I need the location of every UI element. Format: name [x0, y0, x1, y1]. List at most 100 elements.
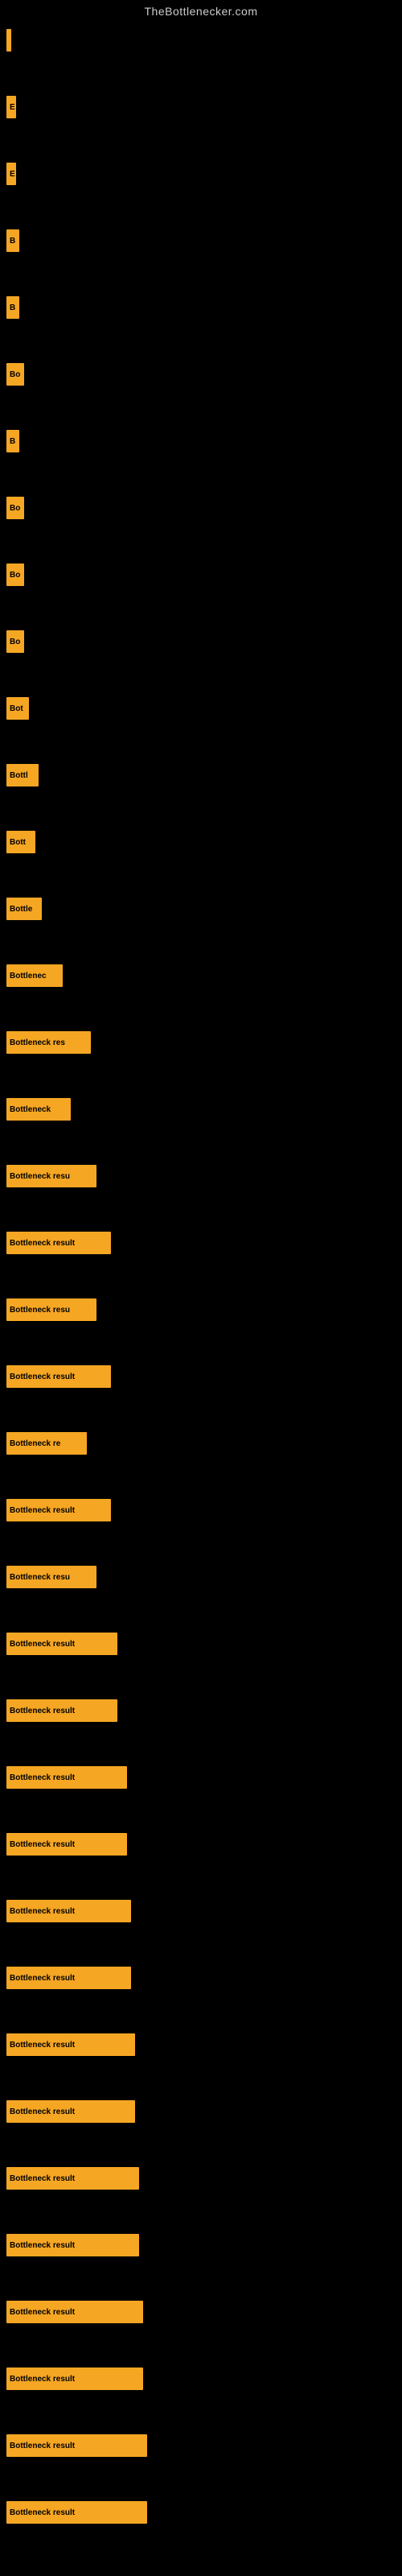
- bar-item-17: Bottleneck: [6, 1098, 402, 1121]
- bar-22: Bottleneck re: [6, 1432, 87, 1455]
- bar-2: E: [6, 96, 16, 118]
- bar-item-3: E: [6, 163, 402, 185]
- bar-34: Bottleneck result: [6, 2234, 139, 2256]
- bar-label-12: Bottl: [10, 771, 28, 780]
- bar-32: Bottleneck result: [6, 2100, 135, 2123]
- bars-container: E E B B Bo B Bo Bo Bo Bot Bottl Bott Bottle Bottlenec…: [0, 21, 402, 2556]
- bar-label-3: E: [10, 170, 15, 179]
- bar-item-9: Bo: [6, 564, 402, 586]
- bar-16: Bottleneck res: [6, 1031, 91, 1054]
- bar-19: Bottleneck result: [6, 1232, 111, 1254]
- bar-6: Bo: [6, 363, 24, 386]
- bar-label-28: Bottleneck result: [10, 1840, 75, 1849]
- bar-4: B: [6, 229, 19, 252]
- bar-17: Bottleneck: [6, 1098, 71, 1121]
- bar-label-9: Bo: [10, 571, 20, 580]
- bar-item-33: Bottleneck result: [6, 2167, 402, 2190]
- bar-label-34: Bottleneck result: [10, 2241, 75, 2250]
- bar-36: Bottleneck result: [6, 2368, 143, 2390]
- bar-item-27: Bottleneck result: [6, 1766, 402, 1789]
- bar-37: Bottleneck result: [6, 2434, 147, 2457]
- bar-10: Bo: [6, 630, 24, 653]
- bar-label-4: B: [10, 237, 15, 246]
- bar-label-18: Bottleneck resu: [10, 1172, 70, 1181]
- bar-label-33: Bottleneck result: [10, 2174, 75, 2183]
- bar-item-29: Bottleneck result: [6, 1900, 402, 1922]
- bar-3: E: [6, 163, 16, 185]
- bar-item-26: Bottleneck result: [6, 1699, 402, 1722]
- bar-item-37: Bottleneck result: [6, 2434, 402, 2457]
- bar-31: Bottleneck result: [6, 2033, 135, 2056]
- bar-label-30: Bottleneck result: [10, 1974, 75, 1983]
- bar-item-21: Bottleneck result: [6, 1365, 402, 1388]
- bar-27: Bottleneck result: [6, 1766, 127, 1789]
- bar-5: B: [6, 296, 19, 319]
- site-title: TheBottlenecker.com: [0, 0, 402, 21]
- bar-label-15: Bottlenec: [10, 972, 47, 980]
- bar-7: B: [6, 430, 19, 452]
- bar-item-16: Bottleneck res: [6, 1031, 402, 1054]
- bar-26: Bottleneck result: [6, 1699, 117, 1722]
- bar-label-25: Bottleneck result: [10, 1640, 75, 1649]
- bar-item-32: Bottleneck result: [6, 2100, 402, 2123]
- bar-item-23: Bottleneck result: [6, 1499, 402, 1521]
- site-header: TheBottlenecker.com: [0, 0, 402, 21]
- bar-item-12: Bottl: [6, 764, 402, 786]
- bar-item-38: Bottleneck result: [6, 2501, 402, 2524]
- bar-14: Bottle: [6, 898, 42, 920]
- bar-20: Bottleneck resu: [6, 1298, 96, 1321]
- bar-item-19: Bottleneck result: [6, 1232, 402, 1254]
- bar-21: Bottleneck result: [6, 1365, 111, 1388]
- bar-label-21: Bottleneck result: [10, 1373, 75, 1381]
- bar-label-6: Bo: [10, 370, 20, 379]
- bar-item-34: Bottleneck result: [6, 2234, 402, 2256]
- bar-item-5: B: [6, 296, 402, 319]
- bar-24: Bottleneck resu: [6, 1566, 96, 1588]
- bar-label-23: Bottleneck result: [10, 1506, 75, 1515]
- bar-label-7: B: [10, 437, 15, 446]
- bar-item-28: Bottleneck result: [6, 1833, 402, 1856]
- bar-15: Bottlenec: [6, 964, 63, 987]
- bar-label-19: Bottleneck result: [10, 1239, 75, 1248]
- bar-label-26: Bottleneck result: [10, 1707, 75, 1715]
- bar-item-4: B: [6, 229, 402, 252]
- bar-item-15: Bottlenec: [6, 964, 402, 987]
- bar-label-2: E: [10, 103, 15, 112]
- bar-item-20: Bottleneck resu: [6, 1298, 402, 1321]
- bar-11: Bot: [6, 697, 29, 720]
- bar-item-31: Bottleneck result: [6, 2033, 402, 2056]
- bar-item-13: Bott: [6, 831, 402, 853]
- bar-8: Bo: [6, 497, 24, 519]
- bar-label-32: Bottleneck result: [10, 2107, 75, 2116]
- bar-label-20: Bottleneck resu: [10, 1306, 70, 1315]
- bar-item-24: Bottleneck resu: [6, 1566, 402, 1588]
- bar-13: Bott: [6, 831, 35, 853]
- bar-label-17: Bottleneck: [10, 1105, 51, 1114]
- bar-item-25: Bottleneck result: [6, 1633, 402, 1655]
- bar-item-35: Bottleneck result: [6, 2301, 402, 2323]
- bar-label-38: Bottleneck result: [10, 2508, 75, 2517]
- bar-label-36: Bottleneck result: [10, 2375, 75, 2384]
- bar-item-22: Bottleneck re: [6, 1432, 402, 1455]
- bar-35: Bottleneck result: [6, 2301, 143, 2323]
- bar-label-5: B: [10, 303, 15, 312]
- bar-item-6: Bo: [6, 363, 402, 386]
- bar-29: Bottleneck result: [6, 1900, 131, 1922]
- bar-item-1: [6, 29, 402, 52]
- bar-label-24: Bottleneck resu: [10, 1573, 70, 1582]
- bar-label-13: Bott: [10, 838, 26, 847]
- bar-item-14: Bottle: [6, 898, 402, 920]
- bar-25: Bottleneck result: [6, 1633, 117, 1655]
- bar-label-27: Bottleneck result: [10, 1773, 75, 1782]
- bar-label-8: Bo: [10, 504, 20, 513]
- bar-label-11: Bot: [10, 704, 23, 713]
- bar-label-10: Bo: [10, 638, 20, 646]
- bar-item-7: B: [6, 430, 402, 452]
- bar-9: Bo: [6, 564, 24, 586]
- bar-33: Bottleneck result: [6, 2167, 139, 2190]
- bar-28: Bottleneck result: [6, 1833, 127, 1856]
- bar-item-2: E: [6, 96, 402, 118]
- bar-item-30: Bottleneck result: [6, 1967, 402, 1989]
- bar-12: Bottl: [6, 764, 39, 786]
- bar-30: Bottleneck result: [6, 1967, 131, 1989]
